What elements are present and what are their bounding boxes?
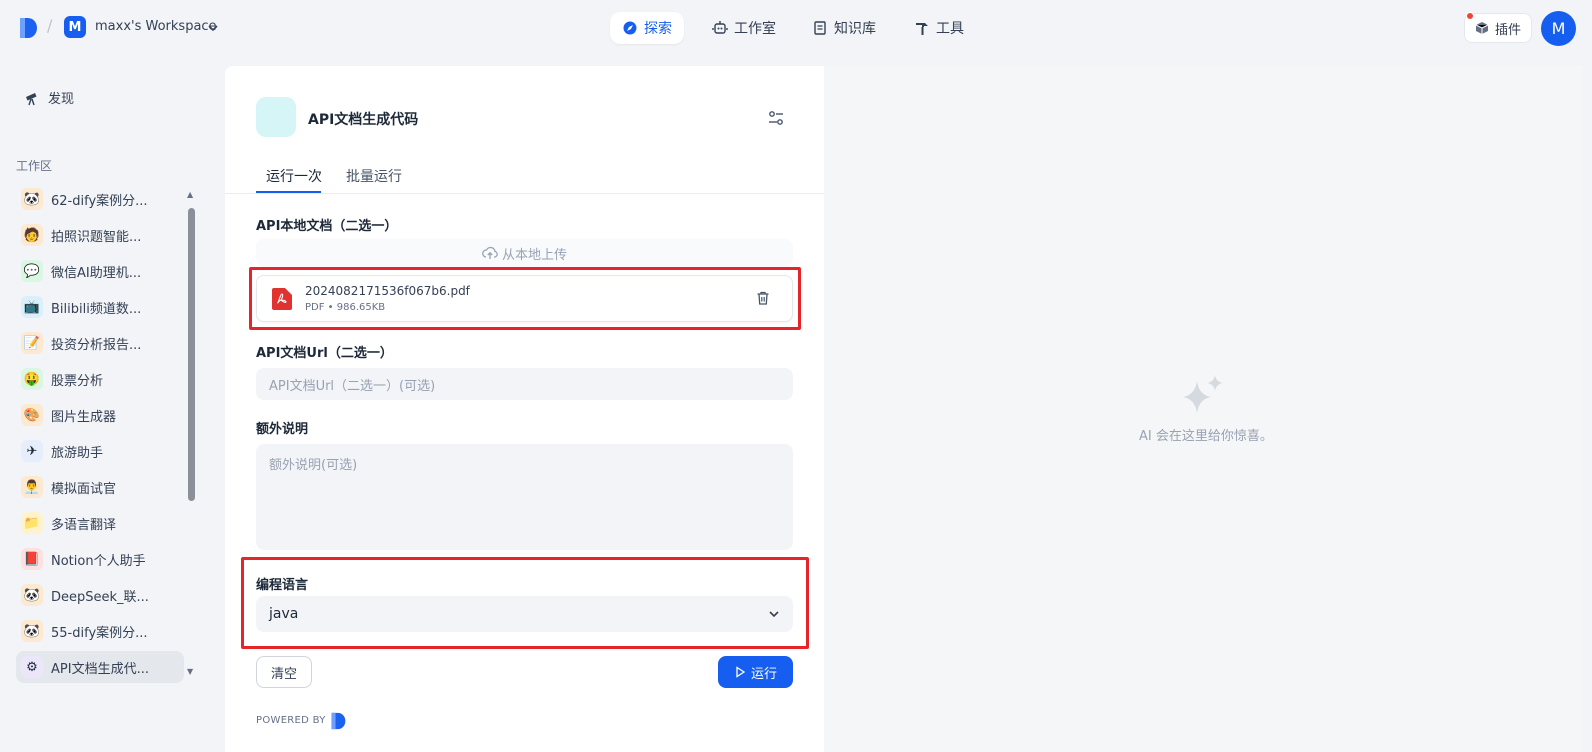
airplane-icon: ✈ xyxy=(21,440,43,462)
result-placeholder: AI 会在这里给你惊喜。 xyxy=(1139,429,1273,444)
nav-knowledge[interactable]: 知识库 xyxy=(800,12,888,44)
cloud-upload-icon xyxy=(482,246,498,259)
nav-explore[interactable]: 探索 xyxy=(610,12,684,44)
plugins-button[interactable]: 插件 xyxy=(1464,13,1532,43)
settings-sliders-icon[interactable] xyxy=(766,108,786,128)
sidebar-app-name: 模拟面试官 xyxy=(51,481,117,497)
sidebar-app-name: 图片生成器 xyxy=(51,409,117,425)
sparkle-icon xyxy=(1183,375,1223,413)
app-title: API文档生成代码 xyxy=(308,112,419,128)
tab-run-once[interactable]: 运行一次 xyxy=(266,166,322,186)
extra-notes-textarea[interactable]: 额外说明(可选) xyxy=(256,444,793,550)
dify-logo-icon xyxy=(331,712,346,730)
play-icon xyxy=(736,666,746,678)
sidebar-app-item[interactable]: 🧑 拍照识题智能... xyxy=(16,219,184,251)
telescope-icon xyxy=(26,92,37,105)
app-list: 🐼 62-dify案例分... 🧑 拍照识题智能... 💬 微信AI助理机... 📺 Bili… xyxy=(16,183,200,687)
local-doc-label: API本地文档（二选一） xyxy=(256,219,398,234)
sidebar-app-name: 投资分析报告... xyxy=(51,337,142,353)
api-gear-icon: ⚙ xyxy=(21,656,43,678)
upload-local-label: 从本地上传 xyxy=(501,247,567,263)
highlight-box-language xyxy=(241,557,809,649)
run-label: 运行 xyxy=(750,666,777,682)
nav-studio[interactable]: 工作室 xyxy=(700,12,788,44)
sidebar-app-name: 多语言翻译 xyxy=(51,517,117,533)
workspace-name[interactable]: maxx's Workspace xyxy=(95,19,217,34)
book-icon xyxy=(812,20,828,36)
sidebar-app-item[interactable]: ✈ 旅游助手 xyxy=(16,435,184,467)
sidebar-app-item[interactable]: 🐼 62-dify案例分... xyxy=(16,183,184,215)
folder-icon: 📁 xyxy=(21,512,43,534)
api-url-input[interactable]: API文档Url（二选一）(可选) xyxy=(256,368,793,400)
sidebar-app-item[interactable]: 💬 微信AI助理机... xyxy=(16,255,184,287)
sidebar-app-item[interactable]: 🎨 图片生成器 xyxy=(16,399,184,431)
scroll-down-arrow[interactable]: ▼ xyxy=(187,667,193,676)
highlight-box-file xyxy=(249,267,801,330)
cube-icon xyxy=(1475,22,1489,34)
tab-batch-run[interactable]: 批量运行 xyxy=(346,166,402,186)
user-avatar[interactable]: M xyxy=(1541,11,1576,46)
app-icon xyxy=(256,97,296,137)
chevron-down-icon[interactable] xyxy=(208,23,218,33)
panda-icon: 🐼 xyxy=(21,188,43,210)
tv-icon: 📺 xyxy=(21,296,43,318)
sidebar-app-item[interactable]: 📕 Notion个人助手 xyxy=(16,543,184,575)
run-button[interactable]: 运行 xyxy=(718,656,793,688)
breadcrumb-separator: / xyxy=(47,16,53,35)
top-bar: / M maxx's Workspace 探索 工作室 知识库 工具 插件 M xyxy=(0,0,1592,56)
clear-button[interactable]: 清空 xyxy=(256,656,312,688)
interview-icon: 👨‍💼 xyxy=(21,476,43,498)
sidebar-app-name: 55-dify案例分... xyxy=(51,625,148,641)
sidebar-app-name: 旅游助手 xyxy=(51,445,104,461)
nav-studio-label: 工作室 xyxy=(734,21,776,37)
sidebar-app-name: API文档生成代... xyxy=(51,661,149,677)
sidebar-app-name: 股票分析 xyxy=(51,373,104,389)
discover-label: 发现 xyxy=(48,92,75,107)
compass-icon xyxy=(622,20,638,36)
sidebar-app-item[interactable]: 🐼 55-dify案例分... xyxy=(16,615,184,647)
sidebar-app-name: DeepSeek_联... xyxy=(51,589,149,605)
chat-icon: 💬 xyxy=(21,260,43,282)
nav-knowledge-label: 知识库 xyxy=(834,21,876,37)
money-face-icon: 🤑 xyxy=(21,368,43,390)
sidebar-app-item[interactable]: 👨‍💼 模拟面试官 xyxy=(16,471,184,503)
upload-local-button[interactable]: 从本地上传 xyxy=(256,239,793,267)
sidebar-app-name: 62-dify案例分... xyxy=(51,193,148,209)
sidebar-discover[interactable]: 发现 xyxy=(24,88,74,107)
workspace-badge[interactable]: M xyxy=(64,16,86,38)
active-tab-indicator xyxy=(256,191,321,193)
scroll-up-arrow[interactable]: ▲ xyxy=(187,190,193,199)
nav-tools-label: 工具 xyxy=(936,21,964,37)
plugins-label: 插件 xyxy=(1494,22,1521,38)
panda-icon: 🐼 xyxy=(21,620,43,642)
report-icon: 📝 xyxy=(21,332,43,354)
dify-logo-icon[interactable] xyxy=(18,17,38,39)
sidebar-app-name: 拍照识题智能... xyxy=(51,229,142,245)
sidebar-app-name: Notion个人助手 xyxy=(51,553,146,569)
sidebar-app-item[interactable]: ⚙ API文档生成代... xyxy=(16,651,184,683)
extra-label: 额外说明 xyxy=(256,422,309,437)
hammer-icon xyxy=(914,20,930,36)
workspace-section-label: 工作区 xyxy=(16,159,53,173)
sidebar-app-item[interactable]: 📁 多语言翻译 xyxy=(16,507,184,539)
sidebar-app-item[interactable]: 🐼 DeepSeek_联... xyxy=(16,579,184,611)
student-icon: 🧑 xyxy=(21,224,43,246)
nav-explore-label: 探索 xyxy=(644,21,672,37)
robot-icon xyxy=(712,20,728,36)
nav-tools[interactable]: 工具 xyxy=(902,12,976,44)
notification-dot xyxy=(1466,12,1474,20)
notebook-icon: 📕 xyxy=(21,548,43,570)
url-label: API文档Url（二选一） xyxy=(256,346,393,361)
sidebar-app-item[interactable]: 🤑 股票分析 xyxy=(16,363,184,395)
sidebar-app-name: Bilibili频道数... xyxy=(51,301,142,317)
palette-icon: 🎨 xyxy=(21,404,43,426)
sidebar-app-item[interactable]: 📺 Bilibili频道数... xyxy=(16,291,184,323)
powered-by-label: POWERED BY xyxy=(256,715,326,726)
sidebar-app-item[interactable]: 📝 投资分析报告... xyxy=(16,327,184,359)
scrollbar-thumb[interactable] xyxy=(188,208,195,501)
panda-icon: 🐼 xyxy=(21,584,43,606)
sidebar-app-name: 微信AI助理机... xyxy=(51,265,142,281)
